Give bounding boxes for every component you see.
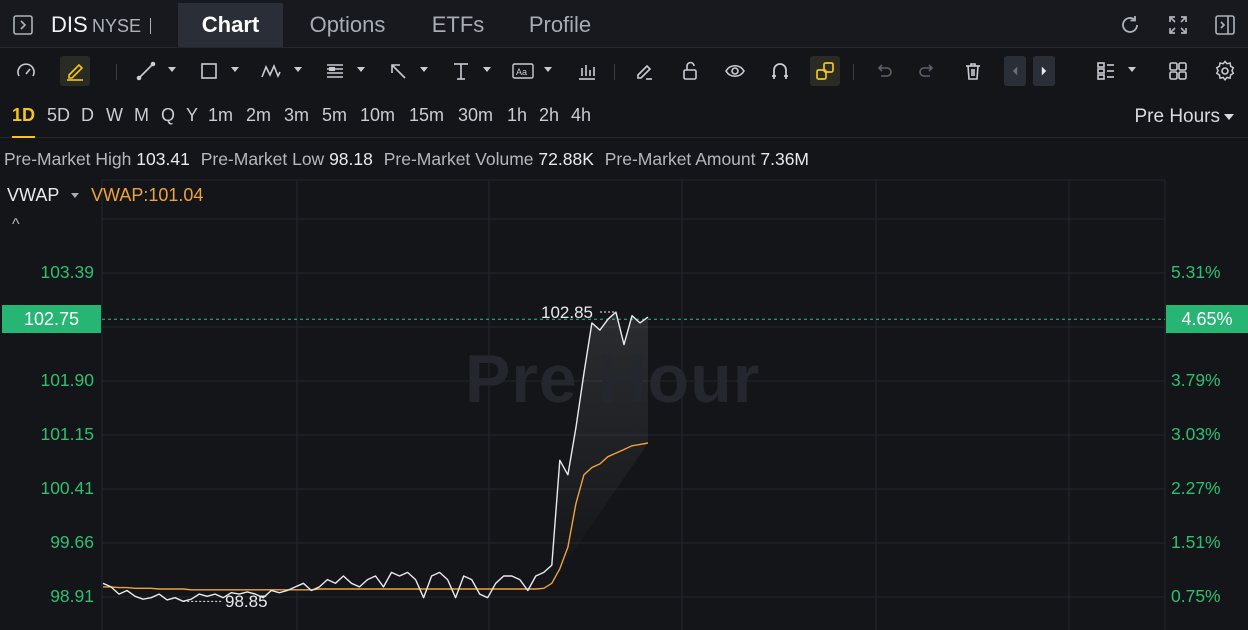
- stock-symbol: DIS: [51, 12, 88, 37]
- chevron-down-icon[interactable]: [483, 67, 491, 72]
- divider: [150, 18, 151, 34]
- chevron-down-icon[interactable]: [1224, 114, 1234, 120]
- timeframe-d[interactable]: D: [81, 105, 94, 126]
- timeframe-y[interactable]: Y: [186, 105, 198, 126]
- timeframe-5m[interactable]: 5m: [322, 105, 347, 126]
- unlock-icon[interactable]: [675, 56, 705, 86]
- redo-icon[interactable]: [913, 56, 943, 86]
- undo-icon[interactable]: [868, 56, 898, 86]
- current-price-tag: 102.75: [2, 305, 101, 333]
- pencil-icon[interactable]: [60, 56, 90, 86]
- timeframe-2h[interactable]: 2h: [539, 105, 559, 126]
- timeframe-m[interactable]: M: [134, 105, 149, 126]
- chevron-down-icon[interactable]: [71, 193, 79, 198]
- left-axis-tick: 100.41: [40, 478, 94, 498]
- chevron-down-icon[interactable]: [357, 67, 365, 72]
- right-axis-tick: 1.51%: [1171, 532, 1221, 552]
- top-bar: DIS NYSE Chart Options ETFs Profile: [0, 0, 1248, 48]
- toolbar-divider: [116, 64, 117, 80]
- next-icon[interactable]: [1033, 56, 1055, 86]
- timeframe-1d[interactable]: 1D: [12, 105, 36, 138]
- fib-tool-icon[interactable]: [320, 56, 350, 86]
- arrow-tool-icon[interactable]: [383, 56, 413, 86]
- toolbar-divider: [614, 64, 615, 80]
- chevron-down-icon[interactable]: [544, 67, 552, 72]
- timeframe-1m[interactable]: 1m: [208, 105, 233, 126]
- settings-icon[interactable]: [1210, 56, 1240, 86]
- trash-icon[interactable]: [958, 56, 988, 86]
- brush-icon[interactable]: [629, 56, 659, 86]
- indicator-selector[interactable]: VWAP: [7, 185, 59, 206]
- rectangle-tool-icon[interactable]: [194, 56, 224, 86]
- timeframe-q[interactable]: Q: [161, 105, 175, 126]
- prev-icon[interactable]: [1004, 56, 1026, 86]
- current-change-tag: 4.65%: [1166, 305, 1248, 333]
- left-axis-tick: 98.91: [50, 586, 94, 606]
- timeframe-15m[interactable]: 15m: [409, 105, 444, 126]
- right-axis-tick: 0.75%: [1171, 586, 1221, 606]
- panel-toggle-icon[interactable]: [12, 14, 34, 41]
- toolbar-divider: [853, 64, 854, 80]
- tab-chart[interactable]: Chart: [178, 3, 283, 47]
- right-axis-tick: 3.79%: [1171, 370, 1221, 390]
- right-axis-tick: 5.31%: [1171, 262, 1221, 282]
- session-selector[interactable]: Pre Hours: [1134, 106, 1220, 128]
- timeframe-30m[interactable]: 30m: [458, 105, 493, 126]
- tab-options[interactable]: Options: [290, 3, 405, 47]
- left-axis-tick: 101.15: [40, 424, 94, 444]
- collapse-icon[interactable]: ^: [12, 216, 20, 234]
- timeframe-10m[interactable]: 10m: [360, 105, 395, 126]
- timeframe-4h[interactable]: 4h: [571, 105, 591, 126]
- drawing-toolbar: Aa: [0, 48, 1248, 94]
- tab-etfs[interactable]: ETFs: [420, 3, 496, 47]
- chevron-down-icon[interactable]: [420, 67, 428, 72]
- indicator-gauge-icon[interactable]: [11, 56, 41, 86]
- chevron-down-icon[interactable]: [231, 67, 239, 72]
- left-axis-tick: 103.39: [40, 262, 94, 282]
- timeframe-bar: 1D 5D D W M Q Y 1m 2m 3m 5m 10m 15m 30m …: [0, 94, 1248, 138]
- side-panel-icon[interactable]: [1214, 14, 1236, 41]
- pattern-tool-icon[interactable]: [256, 56, 286, 86]
- timeframe-2m[interactable]: 2m: [246, 105, 271, 126]
- right-axis-tick: 2.27%: [1171, 478, 1221, 498]
- left-axis-tick: 99.66: [50, 532, 94, 552]
- link-icon[interactable]: [810, 56, 840, 86]
- refresh-icon[interactable]: [1118, 13, 1142, 42]
- grid-icon[interactable]: [1163, 56, 1193, 86]
- timeframe-5d[interactable]: 5D: [47, 105, 70, 126]
- magnet-icon[interactable]: [765, 56, 795, 86]
- vwap-value: VWAP:101.04: [91, 185, 204, 205]
- max-price-label: 102.85: [541, 303, 593, 322]
- measure-tool-icon[interactable]: [446, 56, 476, 86]
- text-tool-icon[interactable]: Aa: [509, 56, 539, 86]
- timeframe-1h[interactable]: 1h: [507, 105, 527, 126]
- bar-chart-icon[interactable]: [572, 56, 602, 86]
- chart-watermark: Pre Hour: [465, 341, 761, 417]
- right-axis-tick: 3.03%: [1171, 424, 1221, 444]
- svg-text:Aa: Aa: [516, 67, 527, 77]
- timeframe-3m[interactable]: 3m: [284, 105, 309, 126]
- tab-profile[interactable]: Profile: [512, 3, 608, 47]
- left-axis-tick: 101.90: [40, 370, 94, 390]
- timeframe-w[interactable]: W: [106, 105, 123, 126]
- exchange-label: NYSE: [92, 16, 142, 36]
- line-tool-icon[interactable]: [131, 56, 161, 86]
- chevron-down-icon[interactable]: [168, 67, 176, 72]
- fullscreen-icon[interactable]: [1167, 14, 1189, 41]
- chevron-down-icon[interactable]: [1128, 67, 1136, 72]
- layout-icon[interactable]: [1091, 56, 1121, 86]
- min-price-label: 98.85: [225, 592, 268, 611]
- eye-icon[interactable]: [720, 56, 750, 86]
- chevron-down-icon[interactable]: [294, 67, 302, 72]
